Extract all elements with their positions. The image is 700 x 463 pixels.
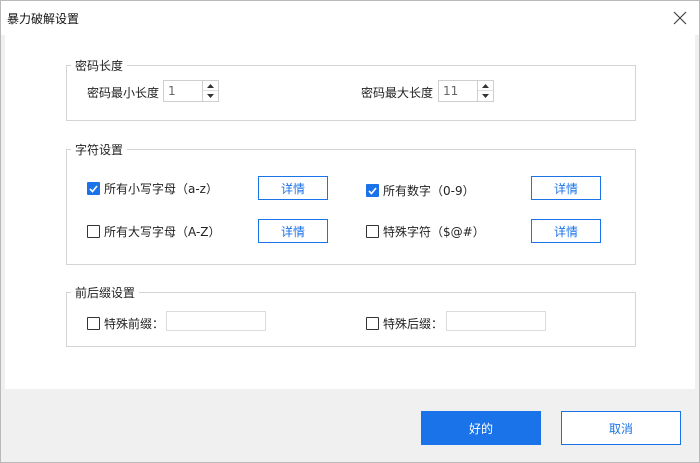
min-length-stepper[interactable] [163, 80, 219, 102]
max-length-stepper[interactable] [438, 80, 494, 102]
charset-group: 字符设置 [66, 141, 636, 265]
min-length-label: 密码最小长度 [87, 86, 160, 100]
max-length-increment[interactable] [478, 81, 493, 91]
prefix-label: 特殊前缀： [104, 317, 165, 331]
special-chars-detail-button[interactable]: 详情 [531, 219, 601, 243]
triangle-up-icon [482, 83, 489, 88]
triangle-down-icon [482, 94, 489, 98]
lowercase-detail-button[interactable]: 详情 [258, 176, 328, 200]
min-length-decrement[interactable] [203, 91, 218, 101]
lowercase-checkbox[interactable]: 所有小写字母（a-z） [87, 180, 218, 197]
digits-checkbox[interactable]: 所有数字（0-9） [366, 182, 475, 199]
settings-panel: 密码长度 密码最小长度 密码最大长度 [5, 35, 695, 389]
affix-legend: 前后缀设置 [75, 286, 136, 300]
checkbox-box [366, 317, 379, 330]
uppercase-label: 所有大写字母（A-Z） [104, 225, 221, 239]
cancel-button[interactable]: 取消 [561, 411, 681, 445]
close-icon [673, 11, 687, 25]
checkbox-box [87, 317, 100, 330]
checkmark-icon [89, 184, 98, 193]
max-length-label: 密码最大长度 [361, 86, 434, 100]
charset-legend: 字符设置 [75, 143, 124, 157]
uppercase-detail-button[interactable]: 详情 [258, 219, 328, 243]
suffix-label: 特殊后缀： [383, 317, 444, 331]
prefix-input[interactable] [166, 311, 266, 331]
prefix-checkbox[interactable]: 特殊前缀： [87, 315, 164, 332]
digits-label: 所有数字（0-9） [383, 184, 475, 198]
digits-detail-button[interactable]: 详情 [531, 176, 601, 200]
max-length-input[interactable] [439, 81, 475, 101]
min-length-input[interactable] [164, 81, 200, 101]
checkmark-icon [368, 186, 377, 195]
ok-button[interactable]: 好的 [421, 411, 541, 445]
min-length-increment[interactable] [203, 81, 218, 91]
password-length-legend: 密码长度 [75, 59, 124, 73]
max-length-decrement[interactable] [478, 91, 493, 101]
min-length-arrows [202, 81, 218, 101]
special-chars-label: 特殊字符（$@#） [383, 225, 485, 239]
uppercase-checkbox[interactable]: 所有大写字母（A-Z） [87, 223, 221, 240]
title-bar: 暴力破解设置 [1, 1, 699, 35]
triangle-up-icon [207, 83, 214, 88]
triangle-down-icon [207, 94, 214, 98]
brute-force-settings-dialog: 暴力破解设置 密码长度 密码最小长度 密码最大长度 [0, 0, 700, 463]
suffix-input[interactable] [446, 311, 546, 331]
suffix-checkbox[interactable]: 特殊后缀： [366, 315, 443, 332]
window-title: 暴力破解设置 [7, 12, 80, 26]
checkbox-box [87, 182, 100, 195]
checkbox-box [366, 184, 379, 197]
checkbox-box [87, 225, 100, 238]
checkbox-box [366, 225, 379, 238]
special-chars-checkbox[interactable]: 特殊字符（$@#） [366, 223, 485, 240]
close-button[interactable] [669, 7, 691, 29]
max-length-arrows [477, 81, 493, 101]
lowercase-label: 所有小写字母（a-z） [104, 182, 218, 196]
